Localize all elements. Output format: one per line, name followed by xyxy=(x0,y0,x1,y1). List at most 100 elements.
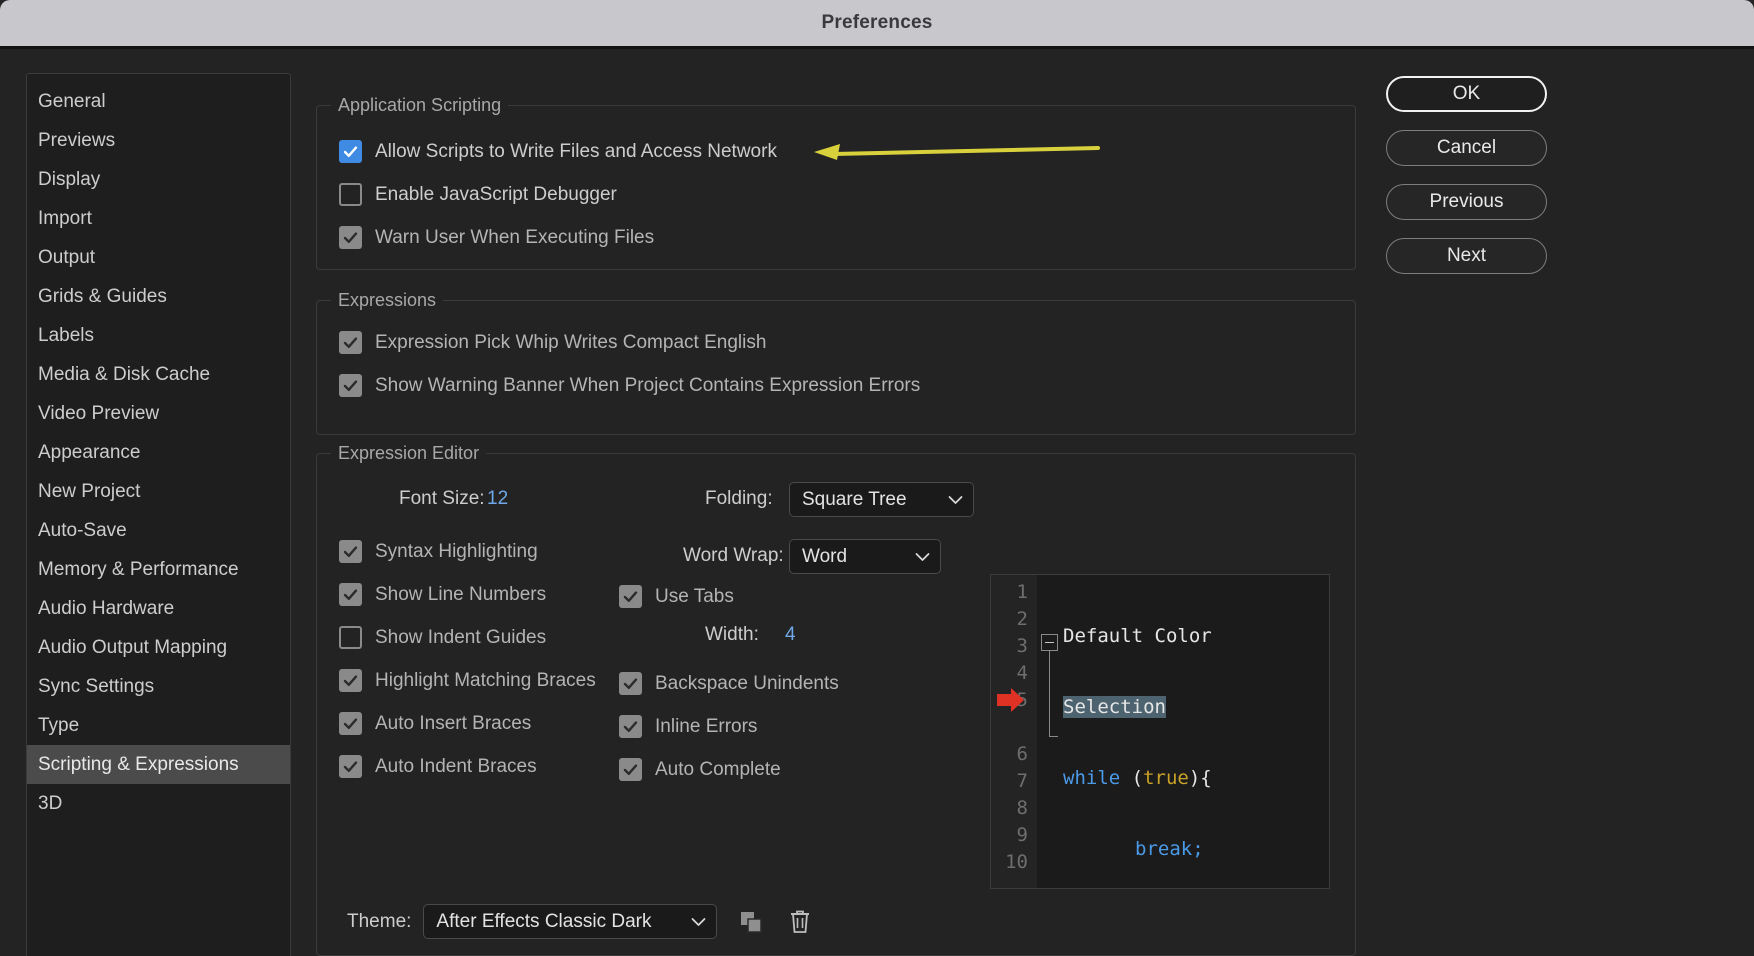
line-number: 7 xyxy=(991,768,1028,795)
checkbox-pick-whip-compact-english[interactable]: Expression Pick Whip Writes Compact Engl… xyxy=(339,331,766,354)
checkbox-unchecked-icon[interactable] xyxy=(339,626,362,649)
page-title: Preferences xyxy=(822,12,933,34)
checkbox-label: Auto Insert Braces xyxy=(375,713,531,735)
sidebar-item-audio-hardware[interactable]: Audio Hardware xyxy=(27,589,290,628)
category-sidebar[interactable]: General Previews Display Import Output G… xyxy=(26,73,291,956)
sidebar-item-3d[interactable]: 3D xyxy=(27,784,290,823)
checkbox-label: Syntax Highlighting xyxy=(375,541,538,563)
next-button[interactable]: Next xyxy=(1386,238,1547,274)
checkbox-label: Show Line Numbers xyxy=(375,584,546,606)
folding-dropdown[interactable]: Square Tree xyxy=(789,482,974,517)
sidebar-item-grids-guides[interactable]: Grids & Guides xyxy=(27,277,290,316)
checkbox-checked-icon[interactable] xyxy=(619,715,642,738)
sidebar-item-type[interactable]: Type xyxy=(27,706,290,745)
window-titlebar: Preferences xyxy=(0,0,1754,46)
checkbox-checked-icon[interactable] xyxy=(339,374,362,397)
checkbox-auto-indent-braces[interactable]: Auto Indent Braces xyxy=(339,755,537,778)
duplicate-theme-icon[interactable] xyxy=(739,910,763,934)
delete-theme-icon[interactable] xyxy=(789,910,811,934)
sidebar-item-general[interactable]: General xyxy=(27,82,290,121)
sidebar-item-media-disk-cache[interactable]: Media & Disk Cache xyxy=(27,355,290,394)
font-size-label: Font Size: xyxy=(399,488,485,510)
sidebar-item-import[interactable]: Import xyxy=(27,199,290,238)
cancel-button[interactable]: Cancel xyxy=(1386,130,1547,166)
sidebar-item-output[interactable]: Output xyxy=(27,238,290,277)
code-gutter-line-numbers: 1 2 3 4 5 6 7 8 9 10 xyxy=(991,575,1037,888)
expressions-group: Expressions Expression Pick Whip Writes … xyxy=(316,290,1356,435)
sidebar-item-new-project[interactable]: New Project xyxy=(27,472,290,511)
code-lines[interactable]: Default Color Selection while (true){ br… xyxy=(1063,575,1329,888)
checkbox-checked-icon[interactable] xyxy=(619,672,642,695)
line-number: 6 xyxy=(991,741,1028,768)
application-scripting-group: Application Scripting Allow Scripts to W… xyxy=(316,95,1356,270)
checkbox-use-tabs[interactable]: Use Tabs xyxy=(619,585,734,608)
checkbox-show-warning-banner-expression-errors[interactable]: Show Warning Banner When Project Contain… xyxy=(339,374,920,397)
code-line-2: Selection xyxy=(1063,694,1329,721)
line-number: 1 xyxy=(991,579,1028,606)
code-line-4: break; xyxy=(1063,836,1329,863)
fold-collapse-icon[interactable] xyxy=(1041,634,1058,651)
application-scripting-legend: Application Scripting xyxy=(331,95,508,116)
ok-button[interactable]: OK xyxy=(1386,76,1547,112)
chevron-down-icon xyxy=(677,911,706,933)
sidebar-item-scripting-expressions[interactable]: Scripting & Expressions xyxy=(27,745,290,784)
preferences-dialog: Preferences General Previews Display Imp… xyxy=(0,0,1754,956)
word-wrap-label: Word Wrap: xyxy=(683,545,784,567)
checkbox-highlight-matching-braces[interactable]: Highlight Matching Braces xyxy=(339,669,596,692)
line-number: 4 xyxy=(991,660,1028,687)
theme-row: Theme: After Effects Classic Dark xyxy=(347,904,811,939)
sidebar-item-audio-output-mapping[interactable]: Audio Output Mapping xyxy=(27,628,290,667)
checkbox-allow-scripts-write-files[interactable]: Allow Scripts to Write Files and Access … xyxy=(339,140,777,163)
sidebar-item-previews[interactable]: Previews xyxy=(27,121,290,160)
preferences-content: Application Scripting Allow Scripts to W… xyxy=(316,73,1361,956)
word-wrap-dropdown[interactable]: Word xyxy=(789,539,941,574)
sidebar-item-memory-performance[interactable]: Memory & Performance xyxy=(27,550,290,589)
checkbox-checked-icon[interactable] xyxy=(339,140,362,163)
line-number: 8 xyxy=(991,795,1028,822)
error-marker-arrow-icon xyxy=(997,688,1025,717)
code-fold-column[interactable] xyxy=(1037,575,1063,888)
checkbox-checked-icon[interactable] xyxy=(619,585,642,608)
checkbox-checked-icon[interactable] xyxy=(339,669,362,692)
sidebar-item-display[interactable]: Display xyxy=(27,160,290,199)
checkbox-unchecked-icon[interactable] xyxy=(339,183,362,206)
sidebar-item-video-preview[interactable]: Video Preview xyxy=(27,394,290,433)
checkbox-syntax-highlighting[interactable]: Syntax Highlighting xyxy=(339,540,538,563)
code-line-1: Default Color xyxy=(1063,623,1329,650)
expression-editor-group: Expression Editor Font Size: 12 Folding:… xyxy=(316,443,1356,956)
checkbox-show-indent-guides[interactable]: Show Indent Guides xyxy=(339,626,546,649)
previous-button[interactable]: Previous xyxy=(1386,184,1547,220)
checkbox-label: Highlight Matching Braces xyxy=(375,670,596,692)
sidebar-item-sync-settings[interactable]: Sync Settings xyxy=(27,667,290,706)
checkbox-show-line-numbers[interactable]: Show Line Numbers xyxy=(339,583,546,606)
tab-width-value[interactable]: 4 xyxy=(785,624,796,646)
titlebar-divider xyxy=(0,46,1754,49)
theme-dropdown-value: After Effects Classic Dark xyxy=(436,911,651,933)
checkbox-backspace-unindents[interactable]: Backspace Unindents xyxy=(619,672,839,695)
checkbox-checked-icon[interactable] xyxy=(339,755,362,778)
code-line-3: while (true){ xyxy=(1063,765,1329,792)
font-size-value[interactable]: 12 xyxy=(487,488,508,510)
checkbox-checked-icon[interactable] xyxy=(339,226,362,249)
checkbox-checked-icon[interactable] xyxy=(619,758,642,781)
sidebar-item-auto-save[interactable]: Auto-Save xyxy=(27,511,290,550)
tab-width-label: Width: xyxy=(705,624,759,646)
checkbox-label: Show Indent Guides xyxy=(375,627,546,649)
checkbox-auto-complete[interactable]: Auto Complete xyxy=(619,758,781,781)
checkbox-auto-insert-braces[interactable]: Auto Insert Braces xyxy=(339,712,531,735)
checkbox-warn-user-when-executing-files[interactable]: Warn User When Executing Files xyxy=(339,226,654,249)
checkbox-enable-javascript-debugger[interactable]: Enable JavaScript Debugger xyxy=(339,183,617,206)
expression-editor-legend: Expression Editor xyxy=(331,443,486,464)
checkbox-checked-icon[interactable] xyxy=(339,583,362,606)
checkbox-inline-errors[interactable]: Inline Errors xyxy=(619,715,757,738)
theme-dropdown[interactable]: After Effects Classic Dark xyxy=(423,904,717,939)
checkbox-checked-icon[interactable] xyxy=(339,540,362,563)
checkbox-checked-icon[interactable] xyxy=(339,331,362,354)
line-number: 3 xyxy=(991,633,1028,660)
sidebar-item-appearance[interactable]: Appearance xyxy=(27,433,290,472)
sidebar-item-labels[interactable]: Labels xyxy=(27,316,290,355)
code-preview-panel: 1 2 3 4 5 6 7 8 9 10 xyxy=(990,574,1330,889)
checkbox-label: Show Warning Banner When Project Contain… xyxy=(375,375,920,397)
checkbox-checked-icon[interactable] xyxy=(339,712,362,735)
dialog-button-column: OK Cancel Previous Next xyxy=(1386,76,1547,292)
